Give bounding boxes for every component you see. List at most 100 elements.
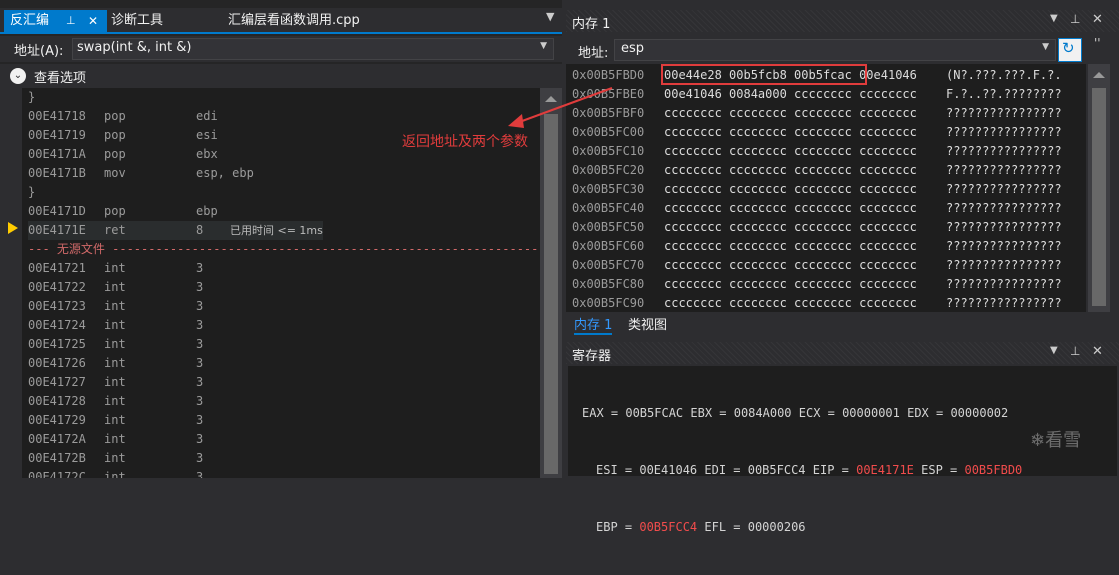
disassembly-line[interactable]: 00E4172A int 3 xyxy=(28,430,230,449)
memory-row[interactable]: 0x00B5FBF0 cccccccc cccccccc cccccccc ccc… xyxy=(572,104,1062,123)
chevron-down-icon[interactable]: ▼ xyxy=(540,41,547,51)
expand-circle-icon[interactable]: ⌄ xyxy=(10,68,26,84)
instruction-operand: 3 xyxy=(196,299,204,313)
memory-row[interactable]: 0x00B5FC30 cccccccc cccccccc cccccccc ccc… xyxy=(572,180,1062,199)
instruction-operand: esp, ebp xyxy=(196,166,254,180)
disassembly-line[interactable]: } xyxy=(28,88,230,107)
esp-value: 00B5FBD0 xyxy=(964,463,1023,477)
disassembly-line[interactable]: 00E41726 int 3 xyxy=(28,354,230,373)
memory-address: 0x00B5FC20 xyxy=(572,163,645,177)
memory-ascii: F.?..??.???????? xyxy=(946,87,1062,101)
memory-address: 0x00B5FBD0 xyxy=(572,68,645,82)
memory-row[interactable]: 0x00B5FC90 cccccccc cccccccc cccccccc ccc… xyxy=(572,294,1062,312)
instruction-operand: ebp xyxy=(196,204,218,218)
disassembly-line[interactable]: 00E4172C int 3 xyxy=(28,468,230,478)
tab-memory1[interactable]: 内存 1 xyxy=(574,314,613,335)
view-options-row[interactable]: ⌄ 查看选项 xyxy=(0,64,562,88)
disassembly-line[interactable]: 00E41721 int 3 xyxy=(28,259,230,278)
address-bar: 地址(A): swap(int &, int &) ▼ xyxy=(0,36,562,62)
instruction-operand: 3 xyxy=(196,413,204,427)
disassembly-line[interactable]: 00E4171A pop ebx xyxy=(28,145,230,164)
refresh-button[interactable]: ↻ xyxy=(1058,38,1082,62)
disassembly-line[interactable]: 00E41725 int 3 xyxy=(28,335,230,354)
instruction-operand: esi xyxy=(196,128,218,142)
memory-ascii: ???????????????? xyxy=(946,106,1062,120)
instruction-operand: 3 xyxy=(196,451,204,465)
instruction-opcode: int xyxy=(104,280,126,294)
close-icon[interactable]: ✕ xyxy=(1092,344,1103,359)
instruction-address: 00E4171D xyxy=(28,204,86,218)
memory-ascii: ???????????????? xyxy=(946,144,1062,158)
refresh-icon: ↻ xyxy=(1062,39,1075,57)
tab-class-view[interactable]: 类视图 xyxy=(628,314,667,333)
disassembly-scrollbar[interactable] xyxy=(540,88,562,478)
no-source-separator[interactable]: --- 无源文件 -------------------------------… xyxy=(28,240,538,259)
memory-ascii: ???????????????? xyxy=(946,220,1062,234)
disassembly-line[interactable]: 00E41722 int 3 xyxy=(28,278,230,297)
instruction-address: 00E4172A xyxy=(28,432,86,446)
scrollbar-thumb[interactable] xyxy=(544,114,558,474)
instruction-address: 00E4172B xyxy=(28,451,86,465)
disassembly-line[interactable]: 00E41724 int 3 xyxy=(28,316,230,335)
tab-disassembly[interactable]: 反汇编 ⊥ ✕ xyxy=(4,10,107,32)
memory-title-bar: 内存 1 ▼ ⊥ ✕ xyxy=(566,10,1119,32)
memory-row[interactable]: 0x00B5FC60 cccccccc cccccccc cccccccc ccc… xyxy=(572,237,1062,256)
memory-row[interactable]: 0x00B5FC10 cccccccc cccccccc cccccccc ccc… xyxy=(572,142,1062,161)
disassembly-line[interactable]: } xyxy=(28,183,230,202)
memory-row[interactable]: 0x00B5FC40 cccccccc cccccccc cccccccc ccc… xyxy=(572,199,1062,218)
disassembly-line[interactable]: 00E4172B int 3 xyxy=(28,449,230,468)
tab-diagnostic-tools[interactable]: 诊断工具 xyxy=(111,10,163,32)
disassembly-line[interactable]: 00E41727 int 3 xyxy=(28,373,230,392)
panel-dropdown-icon[interactable]: ▼ xyxy=(1050,13,1058,24)
memory-address-input[interactable]: esp ▼ xyxy=(614,39,1056,61)
instruction-opcode: int xyxy=(104,356,126,370)
memory-row[interactable]: 0x00B5FC80 cccccccc cccccccc cccccccc ccc… xyxy=(572,275,1062,294)
tab-source-file[interactable]: 汇编层看函数调用.cpp xyxy=(228,10,360,32)
memory-address: 0x00B5FC10 xyxy=(572,144,645,158)
disassembly-line[interactable]: 00E41718 pop edi xyxy=(28,107,230,126)
pin-icon[interactable]: ⊥ xyxy=(66,10,76,32)
memory-grid[interactable]: 0x00B5FBD0 00e44e28 00b5fcb8 00b5fcac 00e… xyxy=(566,64,1086,312)
pin-icon[interactable]: ⊥ xyxy=(1070,12,1080,26)
disassembly-line[interactable]: 00E41729 int 3 xyxy=(28,411,230,430)
chevron-down-icon[interactable]: ▼ xyxy=(1042,42,1049,52)
memory-row[interactable]: 0x00B5FC50 cccccccc cccccccc cccccccc ccc… xyxy=(572,218,1062,237)
memory-address-label: 地址: xyxy=(578,46,609,61)
memory-row[interactable]: 0x00B5FC70 cccccccc cccccccc cccccccc ccc… xyxy=(572,256,1062,275)
panel-dropdown-icon[interactable]: ▼ xyxy=(1050,345,1058,356)
scroll-up-icon[interactable] xyxy=(1093,72,1105,78)
registers-title: 寄存器 xyxy=(572,349,612,364)
efl-text: EFL = 00000206 xyxy=(697,520,806,534)
disassembly-line[interactable]: 00E41728 int 3 xyxy=(28,392,230,411)
memory-row[interactable]: 0x00B5FC20 cccccccc cccccccc cccccccc ccc… xyxy=(572,161,1062,180)
more-options-icon[interactable]: '' xyxy=(1094,36,1101,50)
instruction-address: 00E41721 xyxy=(28,261,86,275)
scrollbar-thumb[interactable] xyxy=(1092,88,1106,306)
memory-row[interactable]: 0x00B5FBE0 00e41046 0084a000 cccccccc ccc… xyxy=(572,85,1062,104)
pin-icon[interactable]: ⊥ xyxy=(1070,344,1080,358)
memory-row[interactable]: 0x00B5FC00 cccccccc cccccccc cccccccc ccc… xyxy=(572,123,1062,142)
disassembly-line[interactable]: 00E4171B mov esp, ebp xyxy=(28,164,254,183)
address-value: swap(int &, int &) xyxy=(77,40,192,55)
disassembly-line[interactable]: 00E4171D pop ebp xyxy=(28,202,230,221)
instruction-address: 00E4172C xyxy=(28,470,86,478)
registers-panel: 寄存器 ▼ ⊥ ✕ EAX = 00B5FCAC EBX = 0084A000 … xyxy=(566,338,1119,534)
address-combobox[interactable]: swap(int &, int &) ▼ xyxy=(72,38,554,60)
tab-dropdown-icon[interactable]: ▼ xyxy=(546,10,554,23)
instruction-opcode: int xyxy=(104,261,126,275)
registers-content[interactable]: EAX = 00B5FCAC EBX = 0084A000 ECX = 0000… xyxy=(568,366,1117,534)
current-instruction-arrow-icon xyxy=(8,222,18,234)
instruction-operand: 3 xyxy=(196,394,204,408)
close-icon[interactable]: ✕ xyxy=(88,10,98,32)
instruction-address: 00E41718 xyxy=(28,109,86,123)
close-icon[interactable]: ✕ xyxy=(1092,12,1103,27)
memory-ascii: ???????????????? xyxy=(946,163,1062,177)
memory-address: 0x00B5FC60 xyxy=(572,239,645,253)
disassembly-line[interactable]: 00E4171E ret 8 已用时间 <= 1ms xyxy=(28,221,323,240)
registers-line-2: ESI = 00E41046 EDI = 00B5FCC4 EIP = 00E4… xyxy=(568,461,1117,480)
address-label: 地址(A): xyxy=(14,44,64,59)
memory-bytes: cccccccc cccccccc cccccccc cccccccc xyxy=(664,163,917,177)
disassembly-line[interactable]: 00E41719 pop esi xyxy=(28,126,230,145)
disassembly-line[interactable]: 00E41723 int 3 xyxy=(28,297,230,316)
memory-scrollbar[interactable] xyxy=(1088,64,1110,312)
